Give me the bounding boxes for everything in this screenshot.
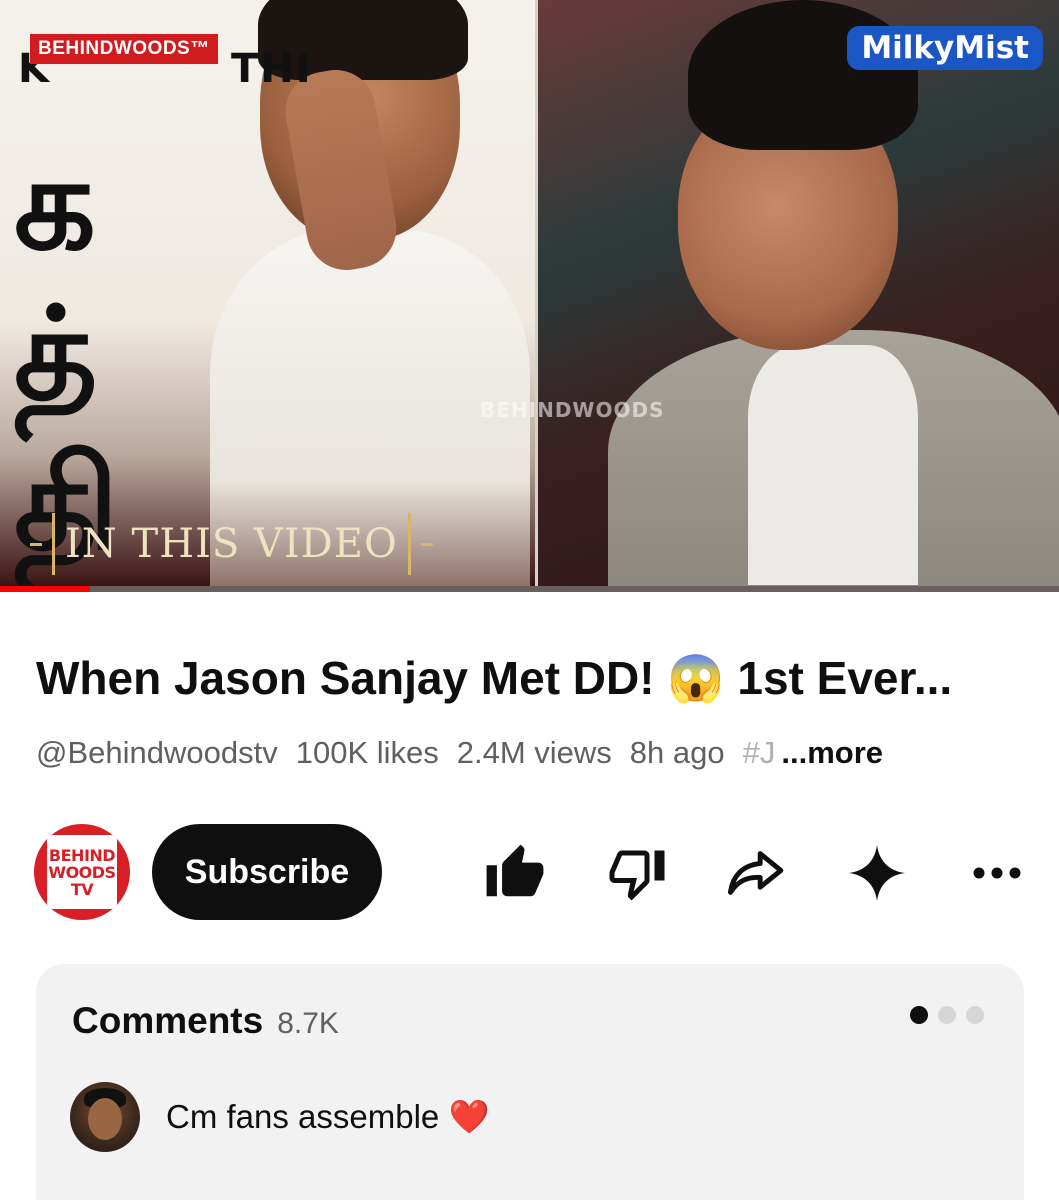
progress-bar[interactable]: [0, 586, 1059, 592]
progress-bar-fill: [0, 586, 90, 592]
channel-handle[interactable]: @Behindwoodstv: [36, 735, 278, 771]
channel-watermark: BEHINDWOODS: [480, 398, 665, 422]
more-link[interactable]: ...more: [781, 735, 883, 771]
subscribe-button[interactable]: Subscribe: [152, 824, 382, 920]
tamil-letter: த்: [14, 280, 98, 429]
thumbs-up-icon[interactable]: [480, 838, 550, 908]
channel-avatar[interactable]: BEHIND WOODS TV: [34, 824, 130, 920]
pager-dot[interactable]: [910, 1006, 928, 1024]
like-count: 100K likes: [295, 735, 439, 770]
interviewee-figure: [608, 0, 1059, 586]
comments-panel[interactable]: Comments 8.7K Cm fans assemble ❤️: [36, 964, 1024, 1200]
remix-sparkle-icon[interactable]: [842, 838, 912, 908]
tamil-letter: க: [14, 130, 96, 279]
comment-text: Cm fans assemble ❤️: [166, 1097, 490, 1135]
video-player[interactable]: க த் தி K THI BEHINDWOODS™ MilkyMist BEHI…: [0, 0, 1059, 592]
upload-age: 8h ago: [629, 735, 725, 770]
video-title[interactable]: When Jason Sanjay Met DD! 😱 1st Ever...: [36, 650, 1036, 706]
pager-dot[interactable]: [966, 1006, 984, 1024]
comments-header: Comments 8.7K: [72, 1000, 339, 1042]
comments-pager[interactable]: [900, 1006, 984, 1024]
video-metadata[interactable]: @Behindwoodstv 100K likes 2.4M views 8h …: [36, 735, 1036, 771]
pager-dot[interactable]: [938, 1006, 956, 1024]
comments-count: 8.7K: [277, 1007, 339, 1040]
in-this-video-banner: IN THIS VIDEO: [30, 512, 433, 576]
commenter-avatar[interactable]: [70, 1082, 140, 1152]
heart-emoji: ❤️: [448, 1097, 490, 1135]
sponsor-logo: MilkyMist: [847, 26, 1043, 70]
share-icon[interactable]: [720, 838, 790, 908]
behindwoods-badge: BEHINDWOODS™: [30, 34, 218, 64]
comments-label: Comments: [72, 1000, 264, 1041]
view-count: 2.4M views: [456, 735, 612, 770]
thumbs-down-icon[interactable]: [602, 838, 672, 908]
thumbnail-left-panel: க த் தி K THI BEHINDWOODS™: [0, 0, 538, 586]
top-comment[interactable]: Cm fans assemble ❤️: [70, 1082, 490, 1152]
thumbnail-right-panel: MilkyMist: [538, 0, 1059, 586]
more-options-icon[interactable]: [962, 838, 1032, 908]
hashtag[interactable]: #J: [743, 735, 776, 771]
